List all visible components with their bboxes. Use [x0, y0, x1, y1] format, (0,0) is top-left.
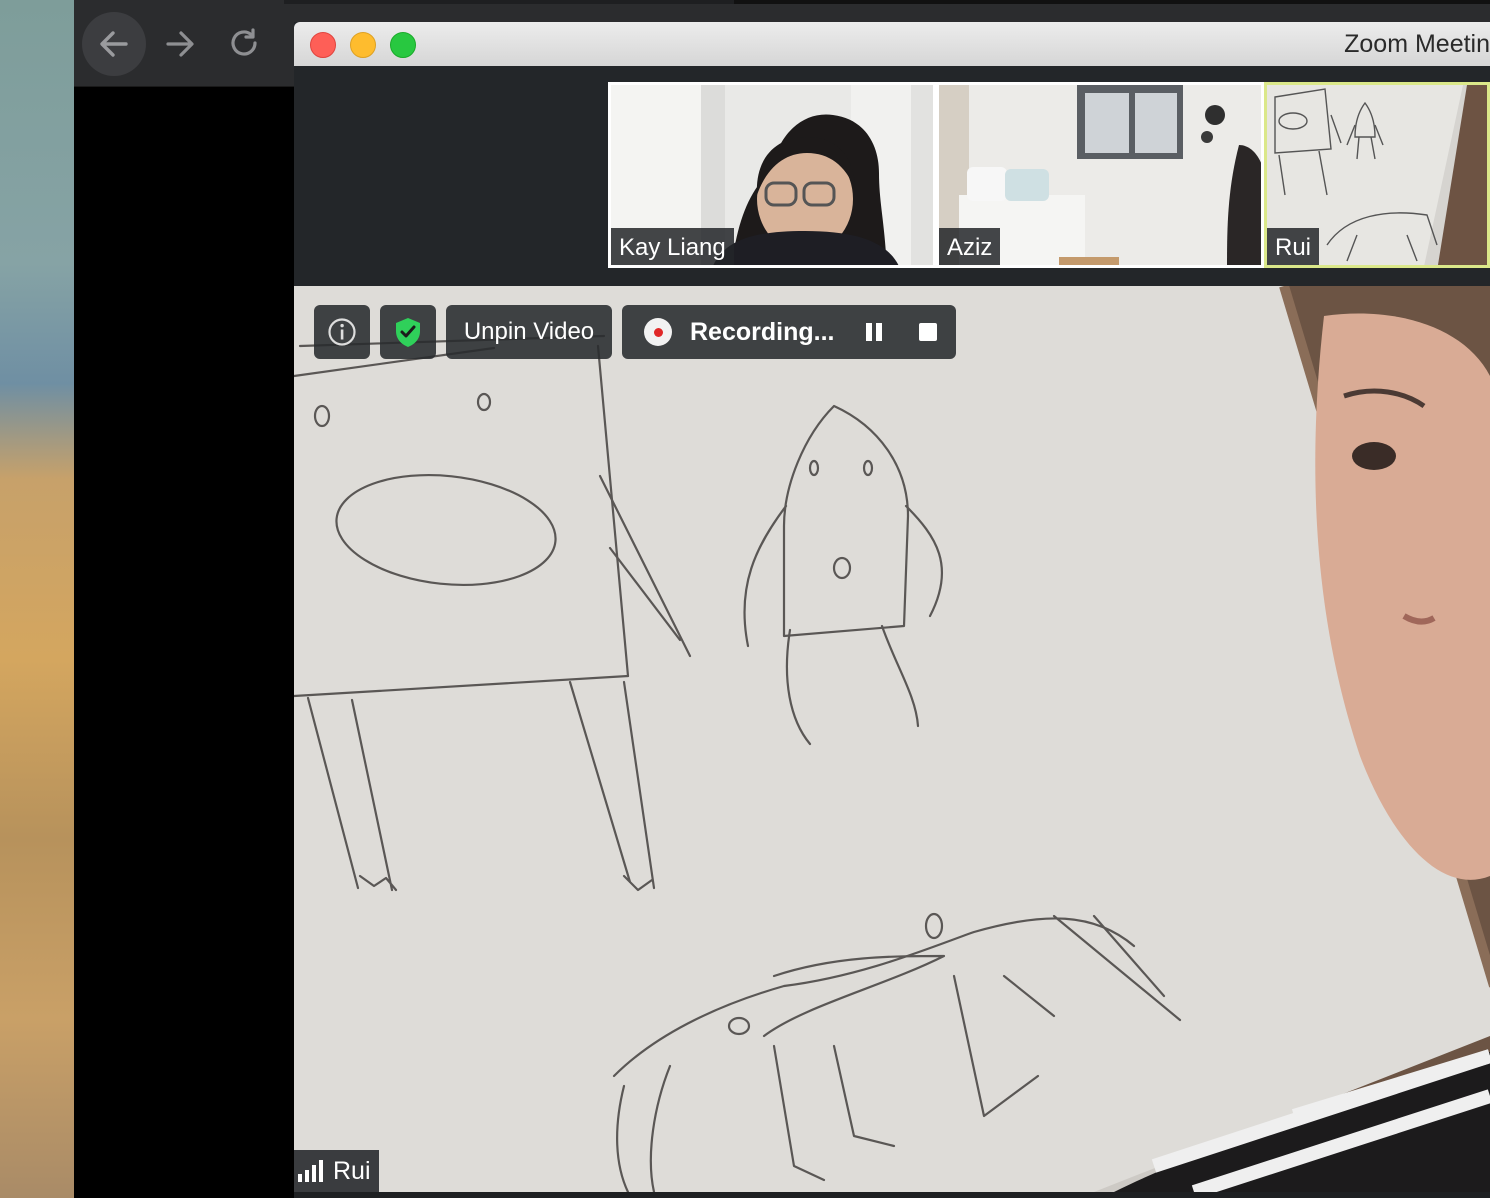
participant-tile-aziz[interactable]: Aziz [936, 82, 1264, 268]
recording-status: Recording... [690, 317, 835, 346]
close-window-button[interactable] [310, 32, 336, 58]
pause-icon [866, 323, 882, 341]
minimize-window-button[interactable] [350, 32, 376, 58]
participant-strip: Kay Liang Aziz Rui [294, 66, 1490, 286]
participant-tile-rui[interactable]: Rui [1264, 82, 1490, 268]
pause-recording-button[interactable] [860, 318, 888, 346]
participant-tile-kay-liang[interactable]: Kay Liang [608, 82, 936, 268]
main-video: Unpin Video Recording... Rui [294, 286, 1490, 1192]
speaker-name-badge: Rui [294, 1150, 379, 1192]
recording-panel: Recording... [622, 305, 956, 359]
arrow-left-icon [100, 31, 128, 57]
back-button[interactable] [82, 12, 146, 76]
participant-name: Aziz [939, 228, 1001, 265]
desktop-background [0, 0, 74, 1198]
tab-strip [734, 0, 1490, 4]
stop-recording-button[interactable] [914, 318, 942, 346]
meeting-info-button[interactable] [314, 305, 370, 359]
fullscreen-window-button[interactable] [390, 32, 416, 58]
window-title: Zoom Meetin [1344, 30, 1490, 58]
speaker-name: Rui [333, 1156, 371, 1185]
reload-icon [231, 28, 257, 56]
forward-button[interactable] [150, 14, 210, 74]
info-icon [328, 318, 356, 346]
title-bar: Zoom Meetin [294, 22, 1490, 67]
window-bottom-edge [294, 1192, 1490, 1198]
participant-name: Rui [1267, 228, 1320, 265]
pinned-video-frame [294, 286, 1490, 1192]
zoom-window: Zoom Meetin Kay Liang Aziz Rui Unpin Vid… [294, 22, 1490, 1198]
participant-name: Kay Liang [611, 228, 734, 265]
record-dot-icon [644, 318, 672, 346]
security-button[interactable] [380, 305, 436, 359]
shield-check-icon [396, 318, 420, 347]
arrow-right-icon [166, 31, 194, 57]
tab-strip [284, 0, 734, 4]
stop-icon [919, 323, 937, 341]
signal-bars-icon [298, 1160, 323, 1182]
reload-button[interactable] [214, 14, 274, 74]
unpin-video-button[interactable]: Unpin Video [446, 305, 612, 359]
